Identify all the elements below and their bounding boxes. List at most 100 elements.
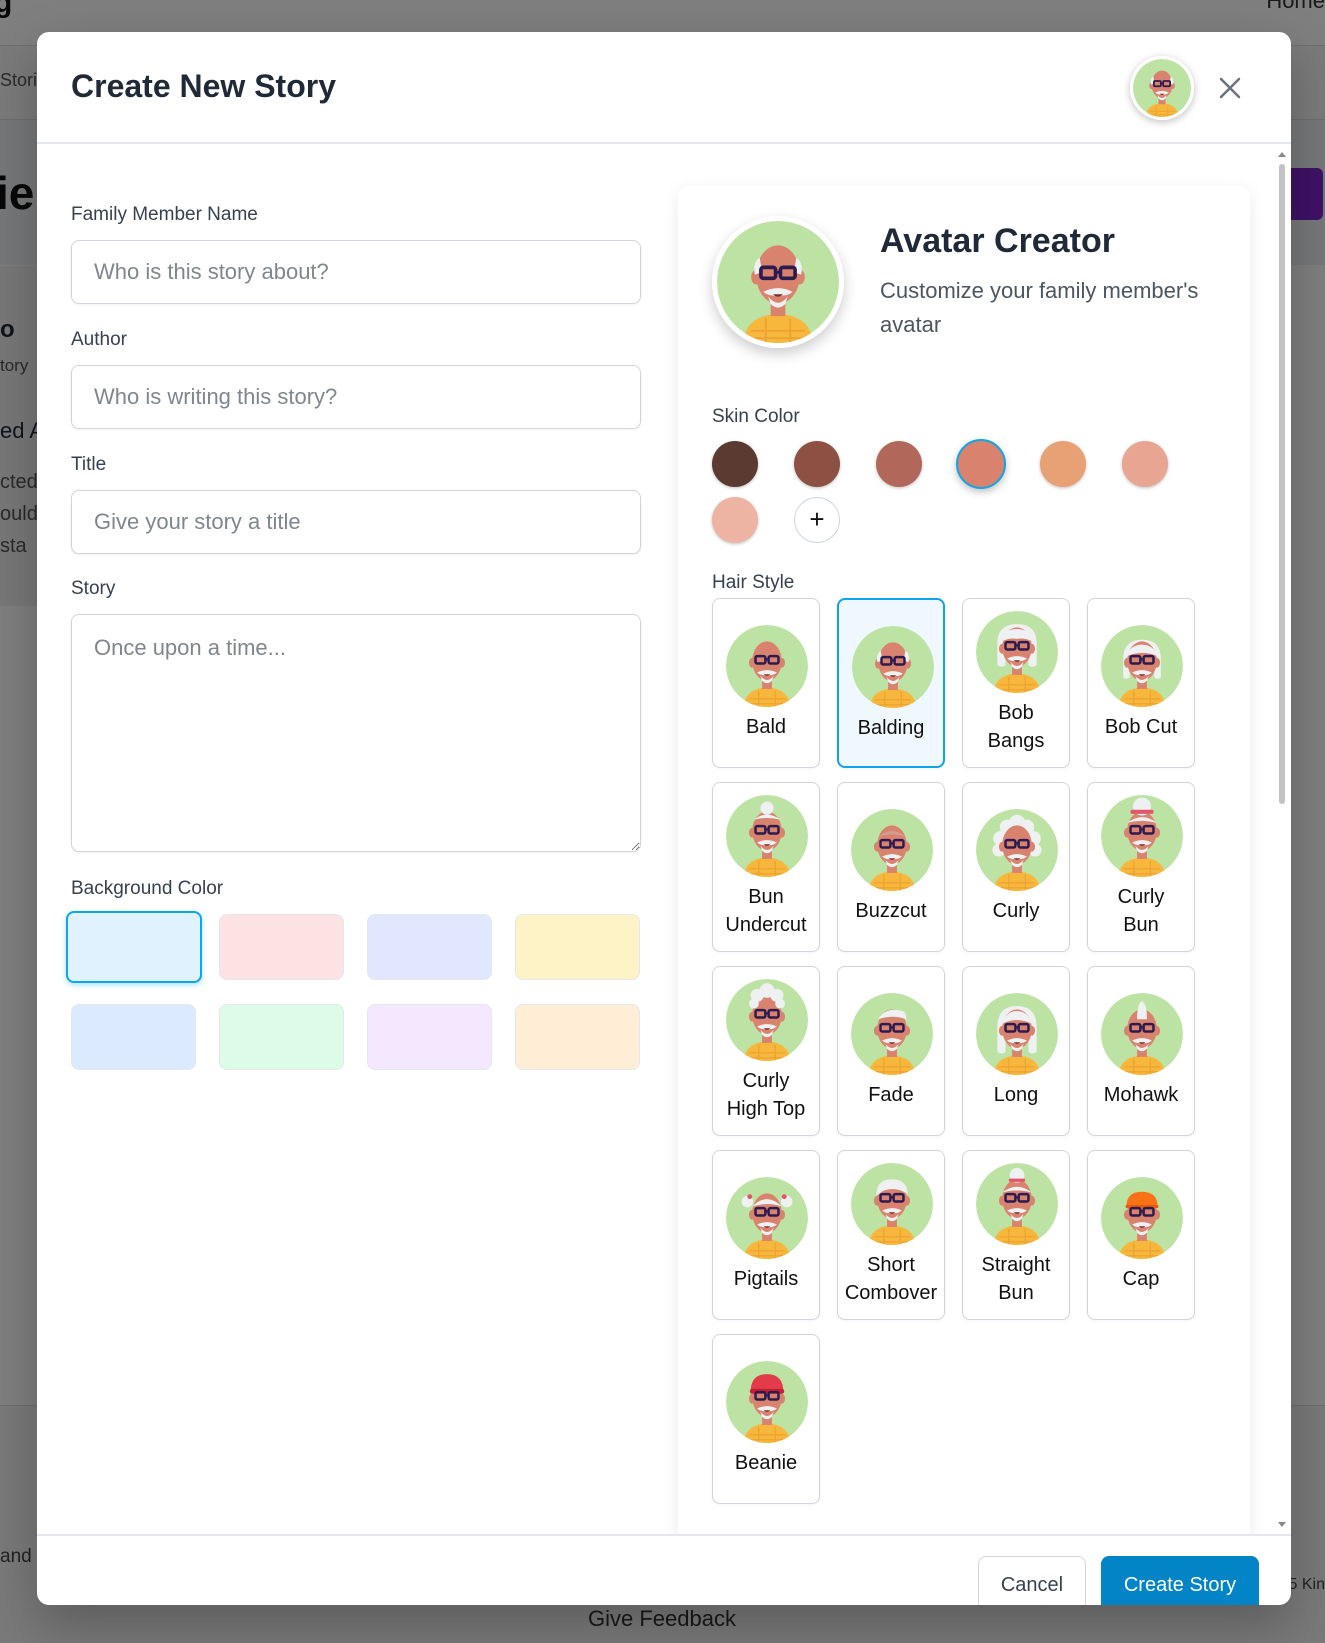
hair-style-label: Curly — [963, 897, 1069, 925]
modal-footer: Cancel Create Story — [37, 1534, 1291, 1605]
hair-style-option[interactable]: Cap — [1087, 1150, 1195, 1320]
background-color-swatch[interactable] — [71, 1004, 196, 1070]
cancel-button[interactable]: Cancel — [978, 1556, 1086, 1605]
hair-style-option[interactable]: Fade — [837, 966, 945, 1136]
background-color-swatch[interactable] — [219, 1004, 344, 1070]
avatar-illustration — [726, 795, 808, 877]
close-icon — [1219, 77, 1241, 99]
modal-body[interactable]: Family Member Name Author Title Story Ba… — [37, 146, 1291, 1534]
skin-color-swatch[interactable] — [956, 439, 1006, 489]
hair-style-label: Short Combover — [838, 1251, 944, 1307]
hair-style-label-line: Bangs — [987, 730, 1045, 752]
avatar-illustration — [717, 221, 839, 343]
hair-style-option[interactable]: Curly High Top — [712, 966, 820, 1136]
hair-style-label-line: Pigtails — [733, 1268, 799, 1290]
family-member-name-label: Family Member Name — [71, 204, 258, 225]
hair-style-option[interactable]: Long — [962, 966, 1070, 1136]
close-button[interactable] — [1212, 70, 1248, 106]
skin-color-swatch[interactable] — [876, 441, 922, 487]
hair-style-option[interactable]: Curly — [962, 782, 1070, 952]
create-story-modal: Create New Story Family Member Name Auth… — [37, 32, 1291, 1605]
hair-style-label: Curly High Top — [713, 1067, 819, 1123]
hair-style-option[interactable]: Bald — [712, 598, 820, 768]
hair-style-option[interactable]: Curly Bun — [1087, 782, 1195, 952]
modal-title: Create New Story — [71, 68, 336, 104]
skin-color-swatch[interactable] — [712, 441, 758, 487]
skin-color-swatch[interactable] — [794, 441, 840, 487]
skin-color-swatch[interactable] — [712, 497, 758, 543]
header-avatar-preview — [1130, 56, 1194, 120]
hair-style-label: Curly Bun — [1088, 883, 1194, 939]
scroll-up-arrow[interactable] — [1278, 152, 1286, 157]
hair-style-avatar — [1101, 1177, 1183, 1259]
background-color-swatch[interactable] — [219, 914, 344, 980]
hair-style-label-line: Bald — [745, 716, 787, 738]
avatar-illustration — [726, 1177, 808, 1259]
background-color-swatch[interactable] — [367, 1004, 492, 1070]
hair-style-label: Bald — [713, 713, 819, 741]
hair-style-avatar — [976, 611, 1058, 693]
title-input[interactable] — [71, 490, 641, 554]
create-story-button[interactable]: Create Story — [1101, 1556, 1259, 1605]
author-input[interactable] — [71, 365, 641, 429]
hair-style-label-line: Bun — [748, 886, 784, 908]
avatar-illustration — [976, 611, 1058, 693]
story-textarea[interactable] — [71, 614, 641, 852]
hair-style-label-line: Cap — [1122, 1268, 1160, 1290]
hair-style-avatar — [851, 1163, 933, 1245]
hair-style-label-line: Bun — [1123, 914, 1159, 936]
hair-style-label-line: Buzzcut — [855, 900, 927, 922]
add-skin-color-button[interactable]: + — [794, 497, 840, 543]
hair-style-avatar — [726, 1177, 808, 1259]
hair-style-avatar — [851, 993, 933, 1075]
avatar-creator-title: Avatar Creator — [880, 222, 1115, 260]
hair-style-option[interactable]: Pigtails — [712, 1150, 820, 1320]
hair-style-label: Buzzcut — [838, 897, 944, 925]
hair-style-label-line: Curly — [742, 1070, 790, 1092]
hair-style-avatar — [1101, 795, 1183, 877]
hair-style-label-line: Bun — [998, 1282, 1034, 1304]
background-color-label: Background Color — [71, 878, 224, 899]
hair-style-label: Straight Bun — [963, 1251, 1069, 1307]
hair-style-option[interactable]: Straight Bun — [962, 1150, 1070, 1320]
avatar-illustration — [1101, 795, 1183, 877]
hair-style-label-line: Balding — [857, 717, 925, 739]
hair-style-option[interactable]: Beanie — [712, 1334, 820, 1504]
hair-style-option[interactable]: Balding — [837, 598, 945, 768]
avatar-illustration — [976, 993, 1058, 1075]
hair-style-label: Hair Style — [712, 572, 795, 593]
avatar-preview — [712, 216, 844, 348]
hair-style-label: Fade — [838, 1081, 944, 1109]
hair-style-avatar — [976, 1163, 1058, 1245]
hair-style-option[interactable]: Short Combover — [837, 1150, 945, 1320]
avatar-creator-subtitle: Customize your family member's avatar — [880, 278, 1199, 337]
avatar-illustration — [851, 993, 933, 1075]
hair-style-option[interactable]: Mohawk — [1087, 966, 1195, 1136]
avatar-illustration — [726, 625, 808, 707]
background-color-swatch[interactable] — [515, 1004, 640, 1070]
background-color-swatch[interactable] — [367, 914, 492, 980]
scroll-down-arrow[interactable] — [1278, 1522, 1286, 1527]
hair-style-label-line: High Top — [726, 1098, 806, 1120]
scrollbar-thumb[interactable] — [1279, 164, 1285, 804]
hair-style-option[interactable]: Bob Bangs — [962, 598, 1070, 768]
hair-style-label-line: Curly — [1117, 886, 1165, 908]
hair-style-avatar — [726, 1361, 808, 1443]
hair-style-label-line: Curly — [992, 900, 1040, 922]
avatar-illustration — [852, 626, 934, 708]
hair-style-avatar — [851, 809, 933, 891]
hair-style-option[interactable]: Bob Cut — [1087, 598, 1195, 768]
avatar-illustration — [726, 979, 808, 1061]
hair-style-option[interactable]: Buzzcut — [837, 782, 945, 952]
hair-style-avatar — [726, 625, 808, 707]
hair-style-option[interactable]: Bun Undercut — [712, 782, 820, 952]
family-member-name-input[interactable] — [71, 240, 641, 304]
hair-style-label: Beanie — [713, 1449, 819, 1477]
skin-color-swatch[interactable] — [1122, 441, 1168, 487]
skin-color-swatch[interactable] — [1040, 441, 1086, 487]
background-color-swatch[interactable] — [515, 914, 640, 980]
avatar-illustration — [1133, 59, 1191, 117]
hair-style-label-line: Combover — [844, 1282, 938, 1304]
avatar-illustration — [1101, 1177, 1183, 1259]
background-color-swatch[interactable] — [66, 911, 202, 983]
